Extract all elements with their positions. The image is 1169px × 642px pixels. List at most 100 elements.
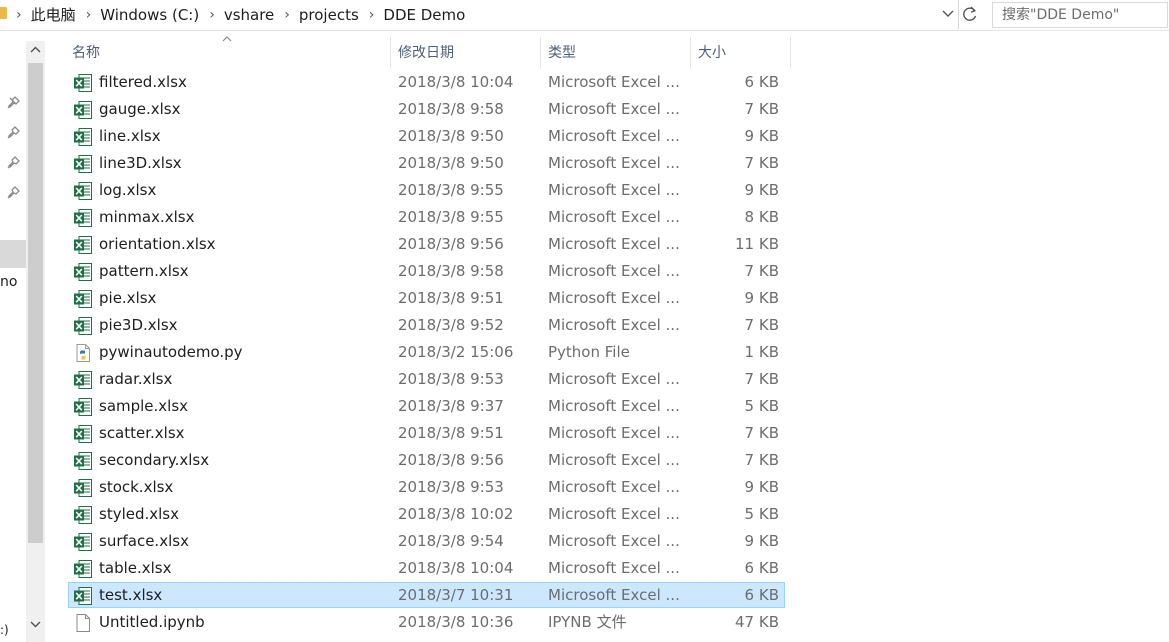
file-row[interactable]: line.xlsx 2018/3/8 9:50 Microsoft Excel ..… (68, 123, 785, 149)
file-size: 9 KB (744, 181, 779, 199)
file-name: test.xlsx (99, 586, 163, 604)
file-row[interactable]: gauge.xlsx 2018/3/8 9:58 Microsoft Excel .… (68, 96, 785, 122)
breadcrumb-projects[interactable]: projects (299, 6, 359, 24)
address-box[interactable]: › 此电脑 › Windows (C:) › vshare › projects… (0, 0, 959, 29)
file-date: 2018/3/8 9:52 (398, 316, 504, 334)
excel-file-icon (73, 316, 93, 336)
file-size: 5 KB (744, 505, 779, 523)
nav-scrollbar-thumb[interactable] (28, 63, 43, 543)
generic-file-icon (73, 613, 93, 633)
file-row[interactable]: log.xlsx 2018/3/8 9:55 Microsoft Excel ...… (68, 177, 785, 203)
file-name: scatter.xlsx (99, 424, 185, 442)
excel-file-icon (73, 478, 93, 498)
file-size: 7 KB (744, 451, 779, 469)
file-date: 2018/3/8 9:53 (398, 370, 504, 388)
nav-item-label[interactable]: :) (0, 623, 9, 637)
breadcrumb-drive[interactable]: Windows (C:) (100, 6, 199, 24)
excel-file-icon (73, 370, 93, 390)
chevron-right-icon[interactable]: › (16, 7, 22, 23)
file-type: Microsoft Excel ... (548, 397, 680, 415)
column-header-date[interactable]: 修改日期 (390, 31, 540, 71)
pin-icon[interactable] (6, 96, 20, 110)
file-row-selected[interactable]: test.xlsx 2018/3/7 10:31 Microsoft Excel .… (68, 582, 785, 608)
chevron-right-icon[interactable]: › (86, 7, 92, 23)
nav-item-selected[interactable] (0, 240, 26, 268)
file-date: 2018/3/8 9:50 (398, 127, 504, 145)
file-name: log.xlsx (99, 181, 157, 199)
pin-icon[interactable] (6, 156, 20, 170)
excel-file-icon (73, 289, 93, 309)
file-date: 2018/3/8 9:51 (398, 424, 504, 442)
file-size: 9 KB (744, 478, 779, 496)
excel-file-icon (73, 505, 93, 525)
file-row[interactable]: pie.xlsx 2018/3/8 9:51 Microsoft Excel ...… (68, 285, 785, 311)
file-size: 1 KB (744, 343, 779, 361)
file-type: Microsoft Excel ... (548, 154, 680, 172)
file-date: 2018/3/8 10:04 (398, 559, 514, 577)
file-row[interactable]: filtered.xlsx 2018/3/8 10:04 Microsoft Exc… (68, 69, 785, 95)
file-row[interactable]: orientation.xlsx 2018/3/8 9:56 Microsoft E… (68, 231, 785, 257)
excel-file-icon (73, 424, 93, 444)
file-name: pattern.xlsx (99, 262, 189, 280)
file-row[interactable]: pattern.xlsx 2018/3/8 9:58 Microsoft Excel… (68, 258, 785, 284)
column-header-size[interactable]: 大小 (690, 31, 790, 71)
pin-icon[interactable] (6, 186, 20, 200)
file-type: Microsoft Excel ... (548, 316, 680, 334)
file-date: 2018/3/8 9:56 (398, 451, 504, 469)
file-name: sample.xlsx (99, 397, 189, 415)
file-row[interactable]: line3D.xlsx 2018/3/8 9:50 Microsoft Excel … (68, 150, 785, 176)
file-date: 2018/3/8 9:50 (398, 154, 504, 172)
file-row[interactable]: radar.xlsx 2018/3/8 9:53 Microsoft Excel .… (68, 366, 785, 392)
file-size: 7 KB (744, 100, 779, 118)
file-type: Microsoft Excel ... (548, 559, 680, 577)
file-type: Microsoft Excel ... (548, 208, 680, 226)
file-row[interactable]: sample.xlsx 2018/3/8 9:37 Microsoft Excel … (68, 393, 785, 419)
scroll-up-icon[interactable] (26, 41, 45, 59)
excel-file-icon (73, 181, 93, 201)
file-row[interactable]: styled.xlsx 2018/3/8 10:02 Microsoft Excel… (68, 501, 785, 527)
file-name: pie3D.xlsx (99, 316, 178, 334)
file-row[interactable]: surface.xlsx 2018/3/8 9:54 Microsoft Excel… (68, 528, 785, 554)
file-size: 6 KB (744, 73, 779, 91)
file-size: 47 KB (735, 613, 779, 631)
file-row[interactable]: Untitled.ipynb 2018/3/8 10:36 IPYNB 文件 47 K… (68, 609, 785, 635)
scroll-down-icon[interactable] (26, 616, 45, 634)
file-name: secondary.xlsx (99, 451, 210, 469)
chevron-down-icon[interactable] (940, 6, 956, 22)
file-size: 7 KB (744, 370, 779, 388)
excel-file-icon (73, 154, 93, 174)
file-size: 7 KB (744, 262, 779, 280)
pin-icon[interactable] (6, 126, 20, 140)
file-row[interactable]: minmax.xlsx 2018/3/8 9:55 Microsoft Excel … (68, 204, 785, 230)
file-name: styled.xlsx (99, 505, 179, 523)
file-row[interactable]: pywinautodemo.py 2018/3/2 15:06 Python Fil… (68, 339, 785, 365)
search-input[interactable] (1002, 4, 1162, 26)
file-date: 2018/3/8 10:36 (398, 613, 514, 631)
file-type: Microsoft Excel ... (548, 370, 680, 388)
breadcrumb-vshare[interactable]: vshare (224, 6, 274, 24)
file-row[interactable]: secondary.xlsx 2018/3/8 9:56 Microsoft Exc… (68, 447, 785, 473)
file-type: Microsoft Excel ... (548, 505, 680, 523)
file-name: table.xlsx (99, 559, 172, 577)
breadcrumb-this-pc[interactable]: 此电脑 (31, 4, 76, 25)
nav-item-label[interactable]: no (0, 274, 17, 290)
file-type: IPYNB 文件 (548, 613, 627, 631)
excel-file-icon (73, 73, 93, 93)
column-header-name[interactable]: 名称 (64, 31, 390, 71)
breadcrumb-dde-demo[interactable]: DDE Demo (383, 6, 465, 24)
file-row[interactable]: scatter.xlsx 2018/3/8 9:51 Microsoft Excel… (68, 420, 785, 446)
file-row[interactable]: stock.xlsx 2018/3/8 9:53 Microsoft Excel .… (68, 474, 785, 500)
file-date: 2018/3/8 9:37 (398, 397, 504, 415)
chevron-right-icon[interactable]: › (209, 7, 215, 23)
file-name: pywinautodemo.py (99, 343, 243, 361)
search-box[interactable] (992, 2, 1168, 28)
chevron-right-icon[interactable]: › (369, 7, 375, 23)
file-name: orientation.xlsx (99, 235, 216, 253)
file-row[interactable]: table.xlsx 2018/3/8 10:04 Microsoft Excel … (68, 555, 785, 581)
file-name: filtered.xlsx (99, 73, 187, 91)
column-header-type[interactable]: 类型 (540, 31, 690, 71)
refresh-icon[interactable] (961, 5, 979, 23)
file-row[interactable]: pie3D.xlsx 2018/3/8 9:52 Microsoft Excel .… (68, 312, 785, 338)
column-divider[interactable] (790, 37, 791, 69)
chevron-right-icon[interactable]: › (284, 7, 290, 23)
